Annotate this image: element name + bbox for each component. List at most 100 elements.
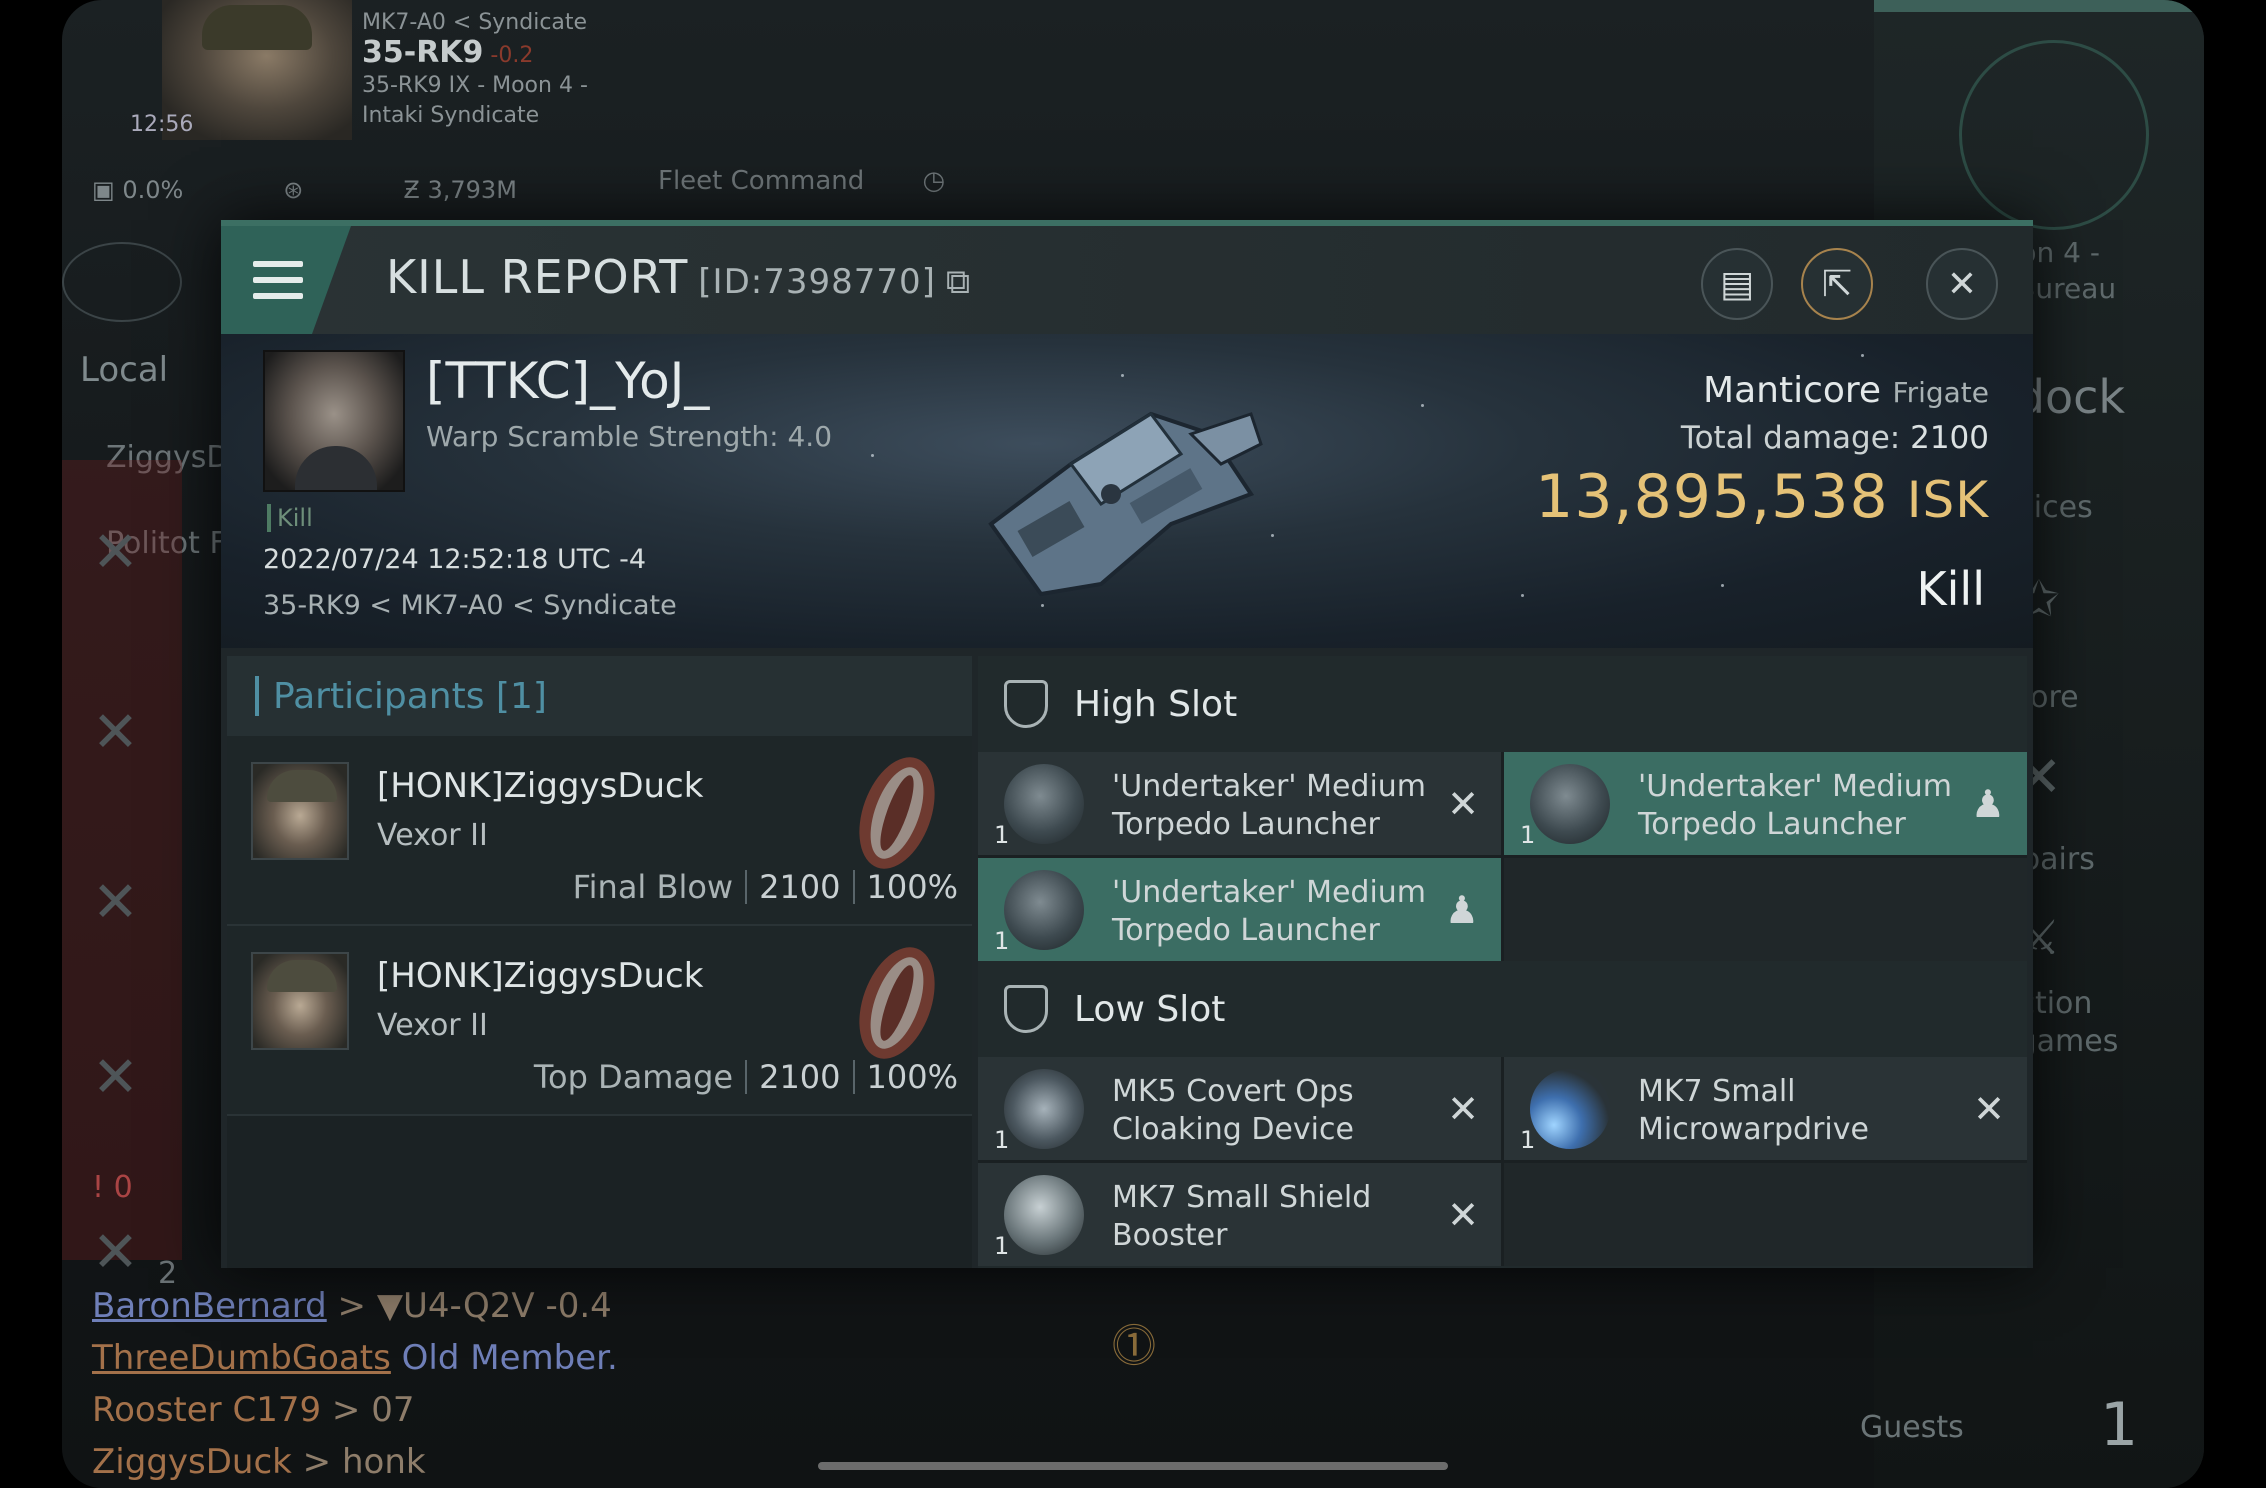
- module-qty: 1: [994, 821, 1010, 849]
- dropped-person-icon: ♟: [1970, 782, 2005, 826]
- participant-role: Final Blow: [572, 868, 734, 906]
- participant-avatar[interactable]: [251, 762, 349, 860]
- corp-star-logo: [1959, 40, 2149, 230]
- hamburger-icon: [253, 256, 303, 304]
- chat-user[interactable]: ThreeDumbGoats: [92, 1338, 391, 1378]
- share-button[interactable]: ⇱: [1801, 248, 1873, 320]
- damage-label: Total damage:: [1680, 420, 1901, 456]
- dropped-person-icon: ♟: [1444, 888, 1479, 932]
- local-chat-title[interactable]: Local: [80, 350, 168, 390]
- participant-ship: Vexor II: [377, 818, 488, 853]
- participant-avatar[interactable]: [251, 952, 349, 1050]
- empty-slot: [1504, 1163, 2027, 1266]
- ship-type[interactable]: Manticore Frigate: [1703, 370, 1989, 411]
- participant-name[interactable]: [HONK]ZiggysDuck: [377, 766, 703, 806]
- copy-icon[interactable]: ⧉: [946, 262, 971, 302]
- chat-text: > ▼U4-Q2V -0.4: [337, 1286, 612, 1326]
- chat-user[interactable]: BaronBernard: [92, 1286, 327, 1326]
- cargo-icon[interactable]: ▣ 0.0%: [92, 176, 183, 204]
- isk-amount: 13,895,538: [1535, 462, 1889, 532]
- participant-role: Top Damage: [533, 1058, 734, 1096]
- participant-percent: 100%: [866, 868, 958, 906]
- module-item[interactable]: 1 MK7 Small Microwarpdrive ✕: [1504, 1057, 2027, 1160]
- participant-ship-image[interactable]: [847, 748, 947, 878]
- warp-scramble-strength: Warp Scramble Strength: 4.0: [426, 420, 833, 453]
- warning-icon[interactable]: ⓵: [1112, 1310, 1156, 1374]
- mid-slot-header-partial: [978, 1266, 2027, 1268]
- kill-report-title: KILL REPORT [ID:7398770] ⧉: [386, 250, 971, 304]
- ship-name: Manticore: [1703, 370, 1882, 411]
- participant-row[interactable]: [HONK]ZiggysDuck Vexor II Top Damage 210…: [227, 926, 972, 1116]
- chat-user[interactable]: Rooster C179: [92, 1390, 321, 1430]
- system-info[interactable]: MK7-A0 < Syndicate 35-RK9 -0.2 35-RK9 IX…: [362, 8, 588, 131]
- high-slot-title: High Slot: [1074, 683, 1238, 725]
- module-item[interactable]: 1 MK5 Covert Ops Cloaking Device ✕: [978, 1057, 1501, 1160]
- microwarpdrive-icon: [1530, 1069, 1610, 1149]
- fleet-command-label: Fleet Command: [658, 166, 865, 196]
- location-pin-icon[interactable]: [62, 242, 182, 322]
- home-indicator[interactable]: [818, 1462, 1448, 1470]
- close-icon: ✕: [1946, 263, 1978, 305]
- chat-text: Old Member.: [401, 1338, 618, 1378]
- system-security: -0.2: [490, 43, 534, 68]
- participant-damage: 2100: [759, 868, 841, 906]
- fleet-command[interactable]: Fleet Command ◷: [658, 166, 945, 196]
- close-icon[interactable]: ✕: [92, 700, 139, 765]
- close-button[interactable]: ✕: [1926, 248, 1998, 320]
- close-icon[interactable]: ✕: [92, 870, 139, 935]
- low-slot-title: Low Slot: [1074, 988, 1226, 1030]
- participant-stats: Top Damage 2100 100%: [534, 1058, 958, 1096]
- module-item[interactable]: 1 MK7 Small Shield Booster ✕: [978, 1163, 1501, 1266]
- low-slot-header: Low Slot: [978, 961, 2027, 1057]
- torpedo-launcher-icon: [1530, 764, 1610, 844]
- clipboard-button[interactable]: ▤: [1701, 248, 1773, 320]
- share-icon: ⇱: [1821, 263, 1853, 305]
- wallet-value: 3,793M: [427, 176, 517, 204]
- close-icon[interactable]: ✕: [92, 520, 139, 585]
- kill-tag: Kill: [267, 504, 313, 532]
- menu-button[interactable]: [221, 226, 351, 334]
- guests-count: 1: [2100, 1390, 2139, 1460]
- participant-name[interactable]: [HONK]ZiggysDuck: [377, 956, 703, 996]
- participant-percent: 100%: [866, 1058, 958, 1096]
- title-text: KILL REPORT: [386, 250, 689, 304]
- clock: 12:56: [130, 112, 194, 137]
- clock-icon[interactable]: ◷: [923, 166, 946, 196]
- victim-name[interactable]: [TTKC]_YoJ_: [426, 352, 709, 410]
- cargo-percent: 0.0%: [122, 176, 184, 204]
- participants-count: [1]: [495, 675, 547, 717]
- close-icon[interactable]: ✕: [92, 1045, 139, 1110]
- module-name: 'Undertaker' Medium Torpedo Launcher: [1112, 769, 1427, 842]
- participants-panel: Participants [1] [HONK]ZiggysDuck Vexor …: [227, 656, 972, 1268]
- module-qty: 1: [1520, 821, 1536, 849]
- participant-row[interactable]: [HONK]ZiggysDuck Vexor II Final Blow 210…: [227, 736, 972, 926]
- kill-report-header: KILL REPORT [ID:7398770] ⧉ ▤ ⇱ ✕: [221, 226, 2033, 334]
- module-item[interactable]: 1 'Undertaker' Medium Torpedo Launcher ♟: [1504, 752, 2027, 855]
- wallet[interactable]: Ƶ 3,793M: [403, 176, 517, 204]
- kill-location[interactable]: 35-RK9 < MK7-A0 < Syndicate: [263, 590, 677, 621]
- participant-ship: Vexor II: [377, 1008, 488, 1043]
- participant-ship-image[interactable]: [847, 938, 947, 1068]
- torpedo-launcher-icon: [1004, 764, 1084, 844]
- close-icon[interactable]: ✕: [92, 1220, 139, 1285]
- module-qty: 1: [994, 1126, 1010, 1154]
- chat-user[interactable]: ZiggysDuck: [92, 1442, 292, 1482]
- victim-ship-image[interactable]: [951, 374, 1271, 604]
- system-route: MK7-A0 < Syndicate: [362, 10, 588, 35]
- chat-line: Rooster C179 > 07: [92, 1384, 618, 1436]
- module-item[interactable]: 1 'Undertaker' Medium Torpedo Launcher ✕: [978, 752, 1501, 855]
- destroyed-icon: ✕: [1973, 1087, 2005, 1131]
- skill-icon[interactable]: ⊛: [283, 176, 303, 204]
- isk-value: 13,895,538 ISK: [1535, 462, 1989, 532]
- chat-line: ThreeDumbGoats Old Member.: [92, 1332, 618, 1384]
- module-qty: 1: [994, 927, 1010, 955]
- empty-slot: [1504, 858, 2027, 961]
- module-item[interactable]: 1 'Undertaker' Medium Torpedo Launcher ♟: [978, 858, 1501, 961]
- fitting-panel: High Slot 1 'Undertaker' Medium Torpedo …: [978, 656, 2027, 1268]
- system-name: 35-RK9: [362, 35, 484, 70]
- victim-portrait[interactable]: [263, 350, 405, 492]
- destroyed-icon: ✕: [1447, 1087, 1479, 1131]
- destroyed-icon: ✕: [1447, 1193, 1479, 1237]
- high-slot-grid: 1 'Undertaker' Medium Torpedo Launcher ✕…: [978, 752, 2027, 961]
- low-slot-grid: 1 MK5 Covert Ops Cloaking Device ✕ 1 MK7…: [978, 1057, 2027, 1266]
